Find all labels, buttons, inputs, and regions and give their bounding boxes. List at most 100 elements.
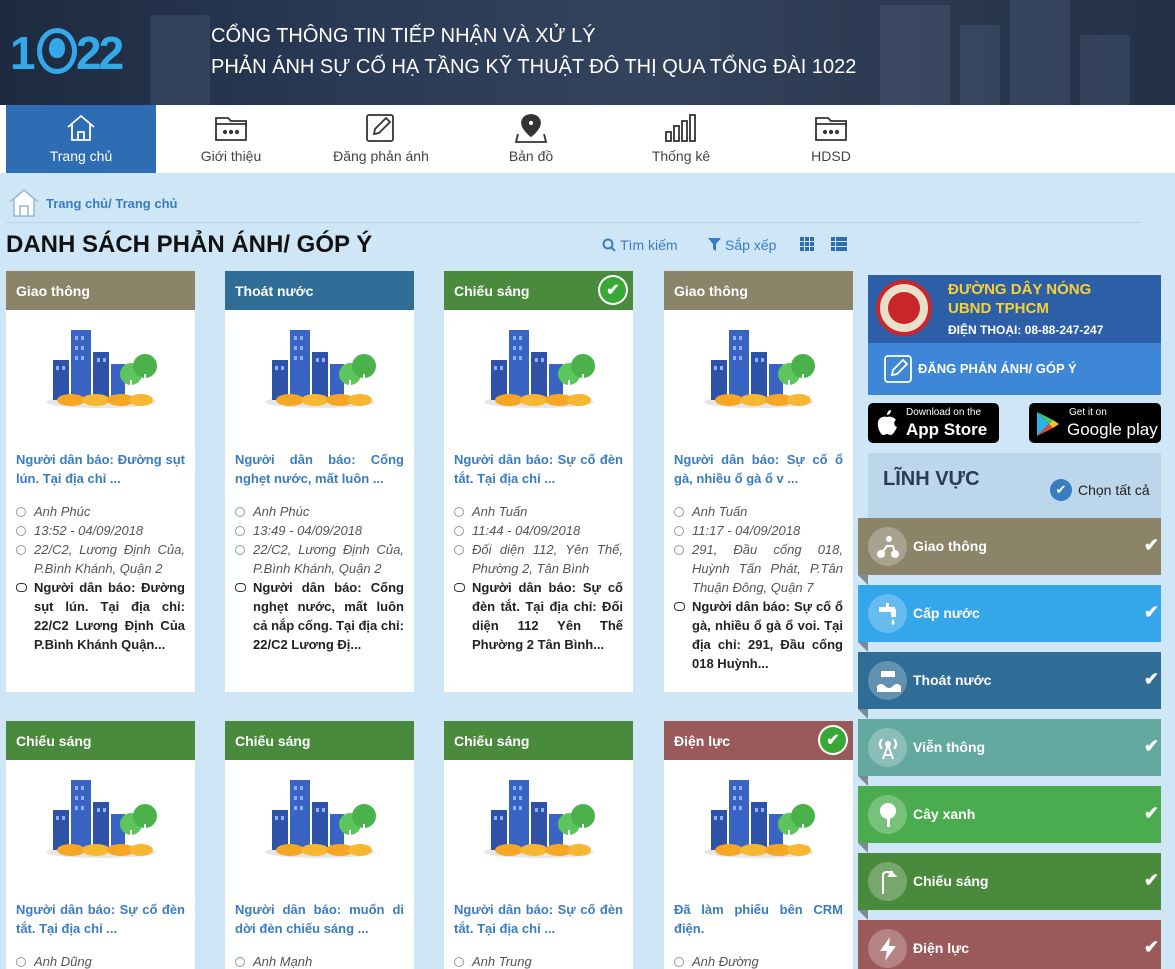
hotline-banner[interactable]: ĐƯỜNG DÂY NÓNG UBND TPHCM ĐIỆN THOẠI: 08… [868, 275, 1161, 343]
city-illustration [264, 330, 376, 408]
report-card[interactable]: Chiếu sáng Người dân báo: Sự cố đèn tắt. … [6, 721, 195, 969]
grid-view-button[interactable] [800, 237, 814, 251]
select-all-toggle[interactable]: ✔ Chọn tất cả [1050, 479, 1150, 501]
list-view-button[interactable] [831, 237, 847, 251]
play-icon [1037, 412, 1059, 436]
city-seal-icon [876, 280, 932, 336]
report-button[interactable]: ĐĂNG PHẢN ÁNH/ GÓP Ý [868, 343, 1161, 395]
card-title[interactable]: Người dân báo: muốn di dời đèn chiếu sán… [225, 900, 414, 938]
check-icon: ✔ [1143, 669, 1159, 689]
category-item[interactable]: Giao thông ✔ [858, 518, 1161, 585]
header-title-line2: PHẢN ÁNH SỰ CỐ HẠ TẦNG KỸ THUẬT ĐÔ THỊ Q… [211, 56, 857, 78]
report-card[interactable]: Điện lực ✔ Đã làm phiếu bên CRM điện. Anh Đ… [664, 721, 853, 969]
folder-icon [815, 117, 847, 141]
city-illustration [45, 780, 157, 858]
category-item[interactable]: Viễn thông ✔ [858, 719, 1161, 786]
water-tap-icon [868, 594, 907, 633]
app-store-button[interactable]: Download on the App Store [868, 403, 999, 443]
card-address: 291, Đầu cống 018, Huỳnh Tấn Phát, P.Tân… [664, 540, 853, 597]
drainage-icon [868, 661, 907, 700]
card-title[interactable]: Người dân báo: Cống nghẹt nước, mất luôn… [225, 450, 414, 488]
field-title: LĨNH VỰC [883, 468, 980, 490]
city-illustration [483, 780, 595, 858]
card-title[interactable]: Người dân báo: Sự cố đèn tắt. Tại địa ch… [6, 900, 195, 938]
card-time: 11:44 - 04/09/2018 [444, 521, 633, 540]
card-author: Anh Mạnh [225, 952, 414, 969]
card-address: 22/C2, Lương Định Của, P.Bình Khánh, Quậ… [225, 540, 414, 578]
card-category: Chiếu sáng [444, 721, 633, 760]
category-item[interactable]: Điện lực ✔ [858, 920, 1161, 969]
nav-thong-ke[interactable]: Thống kê [606, 105, 756, 173]
report-card[interactable]: Giao thông Người dân báo: Đường sụt lún. … [6, 271, 195, 692]
comment-icon [454, 583, 465, 592]
edit-icon [884, 355, 912, 383]
field-panel: LĨNH VỰC ✔ Chọn tất cả [868, 453, 1161, 518]
breadcrumb-link[interactable]: Trang chủ/ Trang chủ [46, 196, 177, 211]
card-address: Đối diện 112, Yên Thế, Phường 2, Tân Bìn… [444, 540, 633, 578]
comment-icon [674, 602, 685, 611]
report-card[interactable]: Chiếu sáng Người dân báo: Sự cố đèn tắt. … [444, 721, 633, 969]
home-icon [67, 114, 95, 141]
street-light-icon [868, 862, 907, 901]
card-author: Anh Dũng [6, 952, 195, 969]
card-time: 13:49 - 04/09/2018 [225, 521, 414, 540]
report-card[interactable]: Chiếu sáng Người dân báo: muốn di dời đèn… [225, 721, 414, 969]
check-icon: ✔ [1143, 803, 1159, 823]
nav-trang-chu[interactable]: Trang chủ [6, 105, 156, 173]
check-circle-icon: ✔ [1050, 479, 1072, 501]
lightning-icon [868, 929, 907, 968]
logo-1022[interactable]: 1 22 [10, 24, 130, 84]
city-illustration [45, 330, 157, 408]
map-pin-icon [514, 114, 548, 143]
nav-dang-phan-anh[interactable]: Đăng phản ánh [306, 105, 456, 173]
card-category: Giao thông [664, 271, 853, 310]
filter-icon [708, 238, 721, 251]
check-icon: ✔ [1143, 535, 1159, 555]
sort-button[interactable]: Sắp xếp [708, 237, 776, 253]
card-author: Anh Tuấn [444, 502, 633, 521]
google-play-button[interactable]: Get it on Google play [1029, 403, 1161, 443]
card-category: Điện lực ✔ [664, 721, 853, 760]
category-item[interactable]: Thoát nước ✔ [858, 652, 1161, 719]
folder-icon [215, 117, 247, 141]
card-time: 13:52 - 04/09/2018 [6, 521, 195, 540]
grid-icon [800, 237, 814, 251]
card-category: Chiếu sáng [6, 721, 195, 760]
user-icon [674, 507, 684, 517]
category-label: Cấp nước [913, 605, 980, 621]
home-icon [9, 189, 39, 217]
report-card[interactable]: Thoát nước Người dân báo: Cống nghẹt nước… [225, 271, 414, 692]
nav-hdsd[interactable]: HDSD [756, 105, 906, 173]
clock-icon [235, 526, 245, 536]
search-button[interactable]: Tìm kiếm [602, 237, 678, 253]
clock-icon [16, 526, 26, 536]
motorbike-icon [868, 527, 907, 566]
city-illustration [483, 330, 595, 408]
bar-chart-icon [665, 114, 696, 142]
category-label: Chiếu sáng [913, 873, 989, 889]
header-title-line1: CỔNG THÔNG TIN TIẾP NHẬN VÀ XỬ LÝ [211, 25, 596, 47]
breadcrumb: Trang chủ/ Trang chủ [8, 188, 177, 218]
edit-icon [366, 114, 394, 142]
category-item[interactable]: Cấp nước ✔ [858, 585, 1161, 652]
category-item[interactable]: Chiếu sáng ✔ [858, 853, 1161, 920]
card-author: Anh Đường [664, 952, 853, 969]
report-card[interactable]: Chiếu sáng ✔ Người dân báo: Sự cố đèn tắt.… [444, 271, 633, 692]
card-title[interactable]: Người dân báo: Sự cố ổ gà, nhiều ổ gà ổ … [664, 450, 853, 488]
card-title[interactable]: Đã làm phiếu bên CRM điện. [664, 900, 853, 938]
category-item[interactable]: Cây xanh ✔ [858, 786, 1161, 853]
user-icon [235, 957, 245, 967]
card-title[interactable]: Người dân báo: Đường sụt lún. Tại địa ch… [6, 450, 195, 488]
city-illustration [264, 780, 376, 858]
card-description: Người dân báo: Sự cố ổ gà, nhiều ổ gà ổ … [664, 597, 853, 673]
report-card[interactable]: Giao thông Người dân báo: Sự cố ổ gà, nhi… [664, 271, 853, 692]
card-title[interactable]: Người dân báo: Sự cố đèn tắt. Tại địa ch… [444, 450, 633, 488]
clock-icon [454, 526, 464, 536]
card-title[interactable]: Người dân báo: Sự cố đèn tắt. Tại địa ch… [444, 900, 633, 938]
user-icon [454, 957, 464, 967]
nav-gioi-thieu[interactable]: Giới thiệu [156, 105, 306, 173]
check-icon: ✔ [1143, 736, 1159, 756]
nav-ban-do[interactable]: Bản đồ [456, 105, 606, 173]
location-icon [674, 545, 684, 555]
page-title: DANH SÁCH PHẢN ÁNH/ GÓP Ý [6, 231, 373, 258]
